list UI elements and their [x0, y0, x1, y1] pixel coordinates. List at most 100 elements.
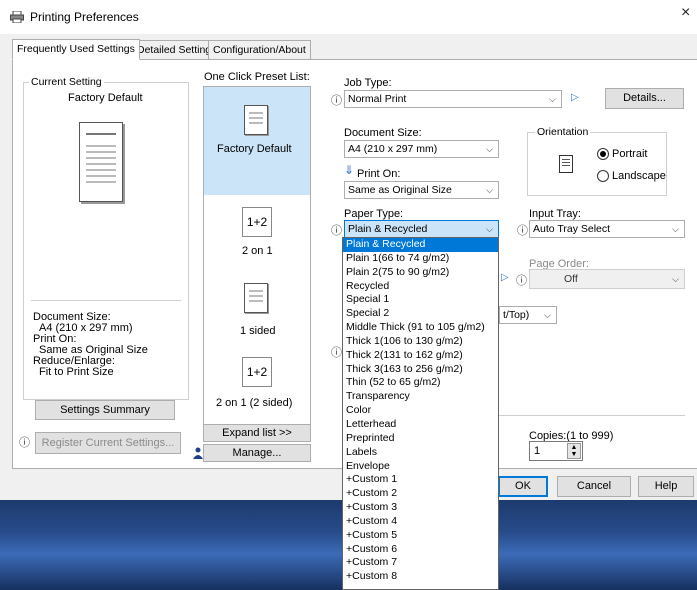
printer-icon	[10, 11, 24, 23]
chevron-down-icon: ⌵	[549, 94, 556, 104]
ok-button[interactable]: OK	[498, 476, 548, 497]
copies-value: 1	[534, 445, 541, 457]
page-order-select[interactable]: Off ⌵	[529, 269, 685, 289]
preset-list[interactable]: Factory Default 1+2 2 on 1 1 sided 1+2 2…	[203, 86, 311, 430]
paper-type-option[interactable]: Letterhead	[343, 418, 498, 432]
job-type-info-icon: ⓘ	[331, 95, 342, 107]
paper-type-option[interactable]: Plain 1(66 to 74 g/m2)	[343, 252, 498, 266]
paper-type-option[interactable]: +Custom 8	[343, 570, 498, 584]
chevron-down-icon: ⌵	[672, 224, 679, 234]
current-paper-icon	[79, 122, 123, 202]
paper-type-select[interactable]: Plain & Recycled ⌵	[344, 220, 499, 238]
copies-spinner[interactable]: 1 ▲ ▼	[529, 441, 583, 461]
spin-up-icon[interactable]: ▲	[568, 444, 580, 451]
paper-type-option[interactable]: +Custom 7	[343, 556, 498, 570]
paper-type-info-icon: ⓘ	[331, 225, 342, 237]
title-bar: Printing Preferences ×	[0, 0, 697, 34]
current-setting-title: Current Setting	[29, 76, 104, 88]
paper-type-option[interactable]: Thick 1(106 to 130 g/m2)	[343, 335, 498, 349]
document-size-value: A4 (210 x 297 mm)	[348, 143, 438, 155]
preset-label: 2 on 1	[242, 245, 273, 257]
preset-paper-icon	[244, 105, 268, 135]
current-setting-name: Factory Default	[68, 92, 143, 104]
details-button[interactable]: Details...	[605, 88, 684, 109]
paper-type-dropdown[interactable]: Plain & Recycled Plain 1(66 to 74 g/m2) Pl…	[342, 237, 499, 590]
preset-list-title: One Click Preset List:	[204, 71, 310, 83]
orientation-group	[527, 132, 667, 196]
spinner-buttons[interactable]: ▲ ▼	[567, 443, 581, 459]
paper-type-option[interactable]: Thick 2(131 to 162 g/m2)	[343, 349, 498, 363]
input-tray-label: Input Tray:	[529, 208, 581, 220]
document-size-label: Document Size:	[344, 127, 422, 139]
preset-item-2-on-1-2-sided[interactable]: 1+2 2 on 1 (2 sided)	[204, 351, 310, 431]
summary-reduce-enlarge-value: Fit to Print Size	[39, 366, 114, 378]
paper-type-option[interactable]: Middle Thick (91 to 105 g/m2)	[343, 321, 498, 335]
cancel-button[interactable]: Cancel	[557, 476, 631, 497]
two-on-one-duplex-icon: 1+2	[242, 357, 272, 387]
paper-type-option[interactable]: Special 2	[343, 307, 498, 321]
document-size-select[interactable]: A4 (210 x 297 mm) ⌵	[344, 140, 499, 158]
paper-type-option[interactable]: Preprinted	[343, 432, 498, 446]
window-title: Printing Preferences	[30, 10, 139, 24]
preset-label: Factory Default	[217, 143, 292, 155]
paper-type-option[interactable]: Transparency	[343, 390, 498, 404]
two-on-one-icon: 1+2	[242, 207, 272, 237]
current-setting-divider	[31, 300, 181, 301]
print-on-select[interactable]: Same as Original Size ⌵	[344, 181, 499, 199]
admin-user-icon	[193, 447, 203, 459]
settings-summary-button[interactable]: Settings Summary	[35, 400, 175, 420]
close-button[interactable]: ×	[681, 4, 697, 28]
preset-item-factory-default[interactable]: Factory Default	[204, 87, 310, 195]
input-tray-select[interactable]: Auto Tray Select ⌵	[529, 220, 685, 238]
paper-type-option[interactable]: +Custom 4	[343, 515, 498, 529]
orientation-title: Orientation	[535, 126, 591, 138]
paper-type-option[interactable]: +Custom 1	[343, 473, 498, 487]
job-type-label: Job Type:	[344, 77, 392, 89]
paper-type-option[interactable]: +Custom 2	[343, 487, 498, 501]
preset-label: 1 sided	[240, 325, 276, 337]
paper-type-option[interactable]: +Custom 6	[343, 543, 498, 557]
paper-type-option[interactable]: Thin (52 to 65 g/m2)	[343, 376, 498, 390]
partial-select-value: t/Top)	[503, 309, 530, 321]
preset-item-2-on-1[interactable]: 1+2 2 on 1	[204, 195, 310, 275]
expand-list-button[interactable]: Expand list >>	[203, 424, 311, 442]
paper-type-option[interactable]: Labels	[343, 446, 498, 460]
portrait-radio[interactable]	[597, 148, 609, 160]
paper-type-label: Paper Type:	[344, 208, 404, 220]
preset-item-1-sided[interactable]: 1 sided	[204, 275, 310, 351]
manage-button[interactable]: Manage...	[203, 444, 311, 462]
paper-type-option[interactable]: Thick 3(163 to 256 g/m2)	[343, 363, 498, 377]
job-type-value: Normal Print	[348, 93, 407, 105]
paper-type-option[interactable]: Special 1	[343, 293, 498, 307]
tab-frequently-used-settings[interactable]: Frequently Used Settings	[12, 39, 140, 60]
paper-type-option[interactable]: Envelope	[343, 460, 498, 474]
chevron-down-icon: ⌵	[486, 144, 493, 154]
chevron-down-icon: ⌵	[672, 274, 679, 284]
job-type-select[interactable]: Normal Print ⌵	[344, 90, 562, 108]
tab-configuration-about[interactable]: Configuration/About	[208, 40, 311, 60]
portrait-label: Portrait	[612, 148, 648, 160]
paper-type-option[interactable]: Color	[343, 404, 498, 418]
spin-down-icon[interactable]: ▼	[568, 451, 580, 458]
chevron-down-icon: ⌵	[544, 310, 551, 320]
chevron-down-icon: ⌵	[486, 185, 493, 195]
paper-type-option[interactable]: +Custom 5	[343, 529, 498, 543]
print-on-value: Same as Original Size	[348, 184, 452, 196]
hidden-setting-info-icon: ⓘ	[331, 347, 342, 359]
page-order-value: Off	[564, 273, 578, 285]
paper-type-option[interactable]: Recycled	[343, 280, 498, 294]
landscape-radio[interactable]	[597, 170, 609, 182]
register-current-settings-button[interactable]: Register Current Settings...	[35, 432, 181, 454]
register-info-icon: ⓘ	[19, 437, 30, 449]
paper-type-option[interactable]: +Custom 3	[343, 501, 498, 515]
page-order-info-icon: ⓘ	[516, 275, 527, 287]
landscape-label: Landscape	[612, 170, 666, 182]
paper-type-option[interactable]: Plain & Recycled	[343, 238, 498, 252]
partial-select[interactable]: t/Top) ⌵	[499, 306, 557, 324]
help-button[interactable]: Help	[638, 476, 694, 497]
portrait-page-icon	[559, 155, 573, 173]
paper-type-option[interactable]: Plain 2(75 to 90 g/m2)	[343, 266, 498, 280]
print-on-arrow-icon: ⇓	[344, 163, 355, 177]
input-tray-info-icon: ⓘ	[517, 225, 528, 237]
paper-type-value: Plain & Recycled	[348, 223, 428, 235]
